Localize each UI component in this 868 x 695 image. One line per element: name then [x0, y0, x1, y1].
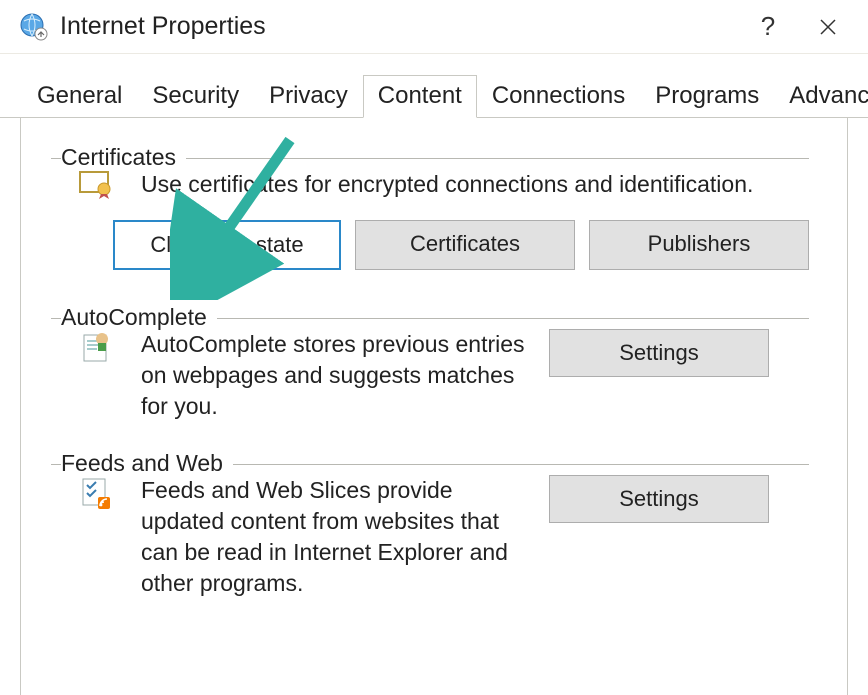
tab-privacy[interactable]: Privacy — [254, 75, 363, 118]
feeds-desc: Feeds and Web Slices provide updated con… — [141, 475, 531, 599]
close-button[interactable] — [798, 0, 858, 54]
feeds-icon — [75, 475, 119, 511]
tab-strip: General Security Privacy Content Connect… — [0, 54, 868, 118]
group-label-feeds: Feeds and Web — [61, 450, 233, 477]
certificates-button[interactable]: Certificates — [355, 220, 575, 270]
tab-general[interactable]: General — [22, 75, 137, 118]
group-label-autocomplete: AutoComplete — [61, 304, 217, 331]
tab-programs[interactable]: Programs — [640, 75, 774, 118]
app-icon — [18, 11, 50, 43]
autocomplete-icon — [75, 329, 119, 365]
feeds-settings-button[interactable]: Settings — [549, 475, 769, 523]
tab-content[interactable]: Content — [363, 75, 477, 118]
certificate-icon — [75, 169, 119, 199]
autocomplete-settings-button[interactable]: Settings — [549, 329, 769, 377]
window-title: Internet Properties — [60, 12, 738, 41]
clear-ssl-state-button[interactable]: Clear SSL state — [113, 220, 341, 270]
autocomplete-desc: AutoComplete stores previous entries on … — [141, 329, 531, 422]
tab-security[interactable]: Security — [137, 75, 254, 118]
tab-advanced[interactable]: Advanced — [774, 75, 868, 118]
help-button[interactable]: ? — [738, 0, 798, 54]
certificates-desc: Use certificates for encrypted connectio… — [141, 169, 809, 200]
publishers-button[interactable]: Publishers — [589, 220, 809, 270]
group-label-certificates: Certificates — [61, 144, 186, 171]
tab-connections[interactable]: Connections — [477, 75, 640, 118]
